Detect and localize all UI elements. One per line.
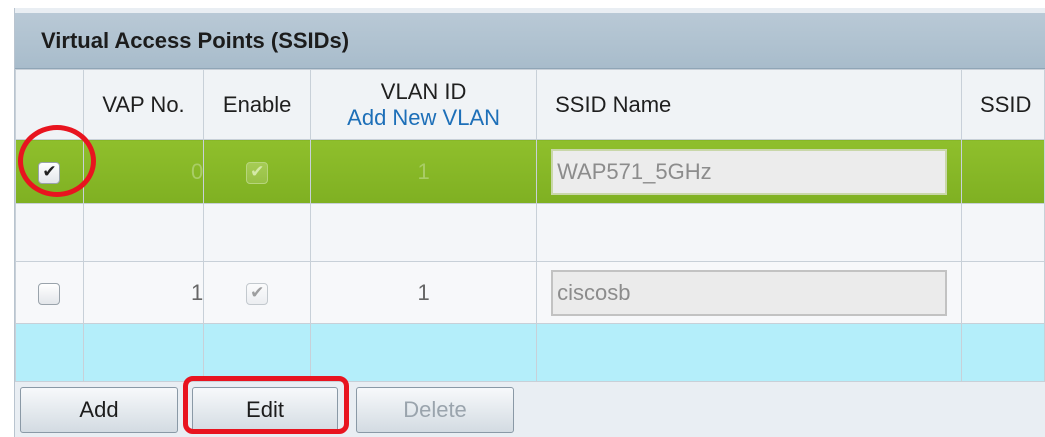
row-select-cell (15, 139, 84, 204)
table-row-spacer (15, 323, 1045, 382)
table-row-spacer (15, 203, 1045, 262)
row-select-checkbox[interactable] (38, 161, 61, 184)
enable-cell (203, 261, 312, 324)
add-new-vlan-link[interactable]: Add New VLAN (311, 105, 536, 131)
header-vap-no: VAP No. (82, 69, 205, 140)
enable-cell (203, 139, 312, 204)
enable-checkbox (246, 161, 269, 184)
edit-button[interactable]: Edit (192, 387, 338, 433)
header-vlan-id: VLAN ID Add New VLAN (310, 69, 538, 140)
vap-no-cell: 1 (82, 261, 205, 324)
header-select (15, 69, 84, 140)
ssid-name-field[interactable]: WAP571_5GHz (551, 148, 948, 195)
enable-checkbox (246, 282, 269, 305)
table-row[interactable]: 0 1 WAP571_5GHz (15, 139, 1045, 204)
delete-button[interactable]: Delete (356, 387, 514, 433)
ssid-extra-cell (961, 261, 1045, 324)
add-button[interactable]: Add (20, 387, 178, 433)
vap-table: VAP No. Enable VLAN ID Add New VLAN SSID… (15, 69, 1045, 382)
header-ssid-more: SSID (961, 69, 1045, 140)
vlan-id-cell: 1 (310, 139, 538, 204)
panel-title: Virtual Access Points (SSIDs) (15, 13, 1045, 69)
table-header-row: VAP No. Enable VLAN ID Add New VLAN SSID… (15, 69, 1045, 140)
vlan-id-cell: 1 (310, 261, 538, 324)
vap-no-cell: 0 (82, 139, 205, 204)
table-row[interactable]: 1 1 ciscosb (15, 261, 1045, 324)
ssid-name-cell: ciscosb (536, 261, 963, 324)
ssid-extra-cell (961, 139, 1045, 204)
vap-panel: Virtual Access Points (SSIDs) VAP No. En… (14, 8, 1045, 437)
header-ssid-name: SSID Name (536, 69, 963, 140)
ssid-name-cell: WAP571_5GHz (536, 139, 963, 204)
header-enable: Enable (203, 69, 312, 140)
button-bar: Add Edit Delete (15, 387, 1045, 437)
header-vlan-id-label: VLAN ID (380, 78, 467, 104)
row-select-cell (15, 261, 84, 324)
row-select-checkbox[interactable] (38, 282, 61, 305)
ssid-name-field[interactable]: ciscosb (551, 269, 948, 316)
